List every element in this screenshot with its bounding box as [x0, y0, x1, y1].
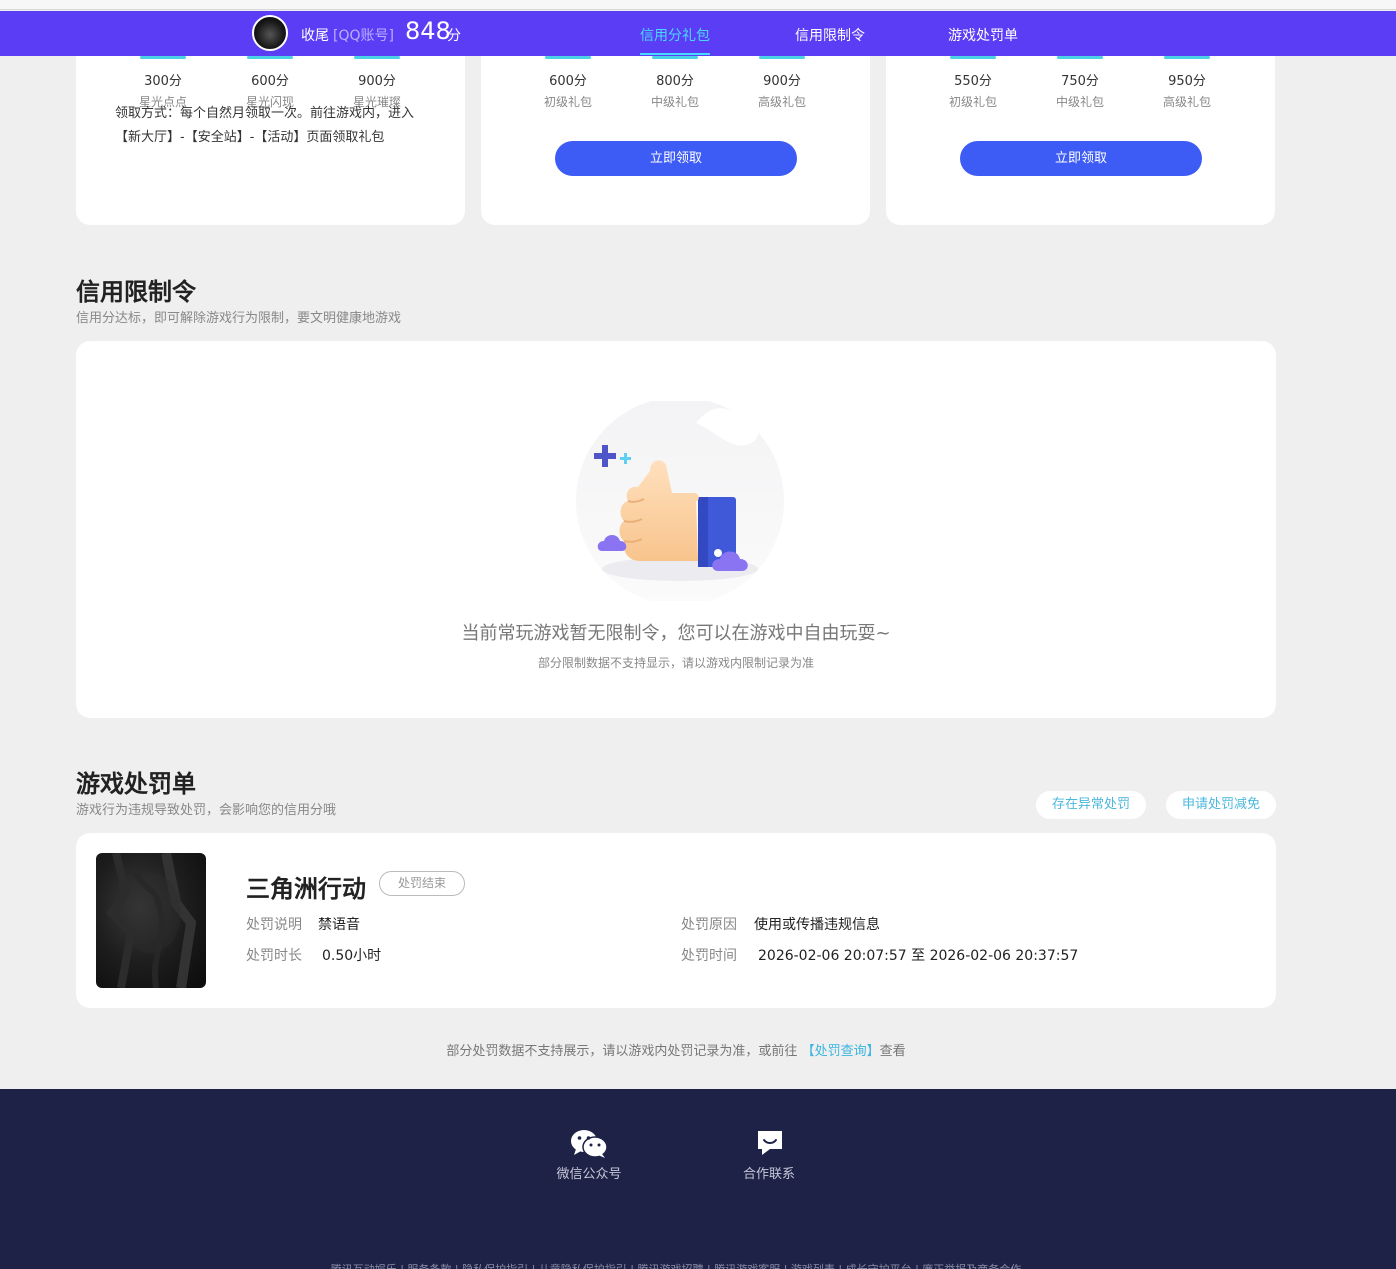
tier-name: 初级礼包 — [948, 95, 997, 109]
tab-credit-restriction[interactable]: 信用限制令 — [795, 25, 865, 45]
wechat-icon — [571, 1130, 608, 1158]
penalty-footnote: 部分处罚数据不支持展示，请以游戏内处罚记录为准，或前往 【处罚查询】查看 — [0, 1040, 1352, 1059]
tier-indicator — [1164, 56, 1210, 59]
tier-score: 600分 — [251, 74, 289, 89]
thumbs-up-illustration-icon — [576, 401, 784, 601]
game-cover-image — [96, 853, 206, 988]
tier-score: 550分 — [954, 74, 992, 89]
restriction-empty-message: 当前常玩游戏暂无限制令，您可以在游戏中自由玩耍~ — [461, 623, 891, 644]
tab-active-indicator — [640, 53, 710, 55]
abnormal-penalty-button[interactable]: 存在异常处罚 — [1036, 791, 1146, 819]
site-footer: 微信公众号 合作联系 腾讯互动娱乐 | 服务条款 | 隐私保护指引 | 儿童隐私… — [0, 1089, 1396, 1269]
tier-score: 750分 — [1061, 74, 1099, 89]
penalty-desc-value: 禁语音 — [318, 917, 360, 933]
footnote-prefix: 部分处罚数据不支持展示，请以游戏内处罚记录为准，或前往 — [446, 1044, 798, 1059]
credit-score-unit: 分 — [447, 28, 461, 44]
tier-score: 300分 — [144, 74, 182, 89]
penalty-time-label: 处罚时间 — [681, 948, 737, 964]
tier-score: 600分 — [549, 74, 587, 89]
penalty-reason-value: 使用或传播违规信息 — [754, 917, 880, 933]
chat-bubble-icon — [758, 1131, 782, 1155]
restriction-empty-card: 当前常玩游戏暂无限制令，您可以在游戏中自由玩耍~ 部分限制数据不支持显示，请以游… — [76, 341, 1276, 718]
claim-gift-button[interactable]: 立即领取 — [555, 141, 797, 176]
tier-name: 中级礼包 — [650, 95, 699, 109]
account-type: [QQ账号] — [333, 28, 394, 44]
penalty-duration-value: 0.50小时 — [322, 948, 382, 964]
penalty-desc-label: 处罚说明 — [246, 917, 302, 933]
footer-links[interactable]: 腾讯互动娱乐 | 服务条款 | 隐私保护指引 | 儿童隐私保护指引 | 腾讯游戏… — [0, 1261, 1352, 1269]
contact-label: 合作联系 — [742, 1167, 795, 1182]
game-cover-art-icon — [105, 853, 197, 988]
avatar[interactable] — [252, 15, 288, 51]
top-navbar: 收尾 [QQ账号] 848 分 信用分礼包 信用限制令 游戏处罚单 — [0, 11, 1396, 56]
tier-indicator — [354, 56, 400, 59]
penalty-query-link[interactable]: 【处罚查询】 — [802, 1044, 880, 1059]
tier-name: 高级礼包 — [757, 95, 806, 109]
tier-score: 800分 — [656, 74, 694, 89]
tier-indicator — [1057, 56, 1103, 59]
tier-name: 中级礼包 — [1055, 95, 1104, 109]
tier-indicator — [140, 56, 186, 59]
tier-indicator — [759, 56, 805, 59]
wechat-label: 微信公众号 — [556, 1167, 622, 1182]
browser-top-strip — [0, 0, 1396, 10]
tab-game-penalty[interactable]: 游戏处罚单 — [948, 25, 1018, 45]
restriction-section-title: 信用限制令 — [76, 278, 196, 306]
restriction-section-subtitle: 信用分达标，即可解除游戏行为限制，要文明健康地游戏 — [76, 311, 402, 326]
game-name: 三角洲行动 — [246, 875, 366, 903]
tier-score: 900分 — [763, 74, 801, 89]
username: 收尾 — [301, 28, 329, 44]
penalty-time-value: 2026-02-06 20:07:57 至 2026-02-06 20:37:5… — [758, 948, 1079, 964]
penalty-status-badge: 处罚结束 — [379, 871, 465, 896]
appeal-penalty-button[interactable]: 申请处罚减免 — [1166, 791, 1276, 819]
tier-indicator — [247, 56, 293, 59]
tier-name: 高级礼包 — [1162, 95, 1211, 109]
penalty-reason-label: 处罚原因 — [681, 917, 737, 933]
penalty-section-subtitle: 游戏行为违规导致处罚，会影响您的信用分哦 — [76, 803, 337, 818]
tier-indicator — [652, 56, 698, 59]
restriction-empty-note: 部分限制数据不支持显示，请以游戏内限制记录为准 — [537, 656, 814, 670]
tier-name: 初级礼包 — [543, 95, 592, 109]
tier-indicator — [545, 56, 591, 59]
penalty-duration-label: 处罚时长 — [246, 948, 302, 964]
penalty-record-card: 三角洲行动 处罚结束 处罚说明 禁语音 处罚原因 使用或传播违规信息 处罚时长 … — [76, 833, 1276, 1008]
tab-credit-gift[interactable]: 信用分礼包 — [640, 25, 710, 45]
claim-gift-button[interactable]: 立即领取 — [960, 141, 1202, 176]
tier-indicator — [950, 56, 996, 59]
footnote-suffix: 查看 — [879, 1044, 906, 1059]
claim-instructions: 领取方式：每个自然月领取一次。前往游戏内，进入【新大厅】-【安全站】-【活动】页… — [115, 106, 415, 145]
penalty-section-title: 游戏处罚单 — [76, 770, 196, 798]
credit-score: 848 — [405, 17, 451, 45]
tier-score: 900分 — [358, 74, 396, 89]
tier-score: 950分 — [1168, 74, 1206, 89]
